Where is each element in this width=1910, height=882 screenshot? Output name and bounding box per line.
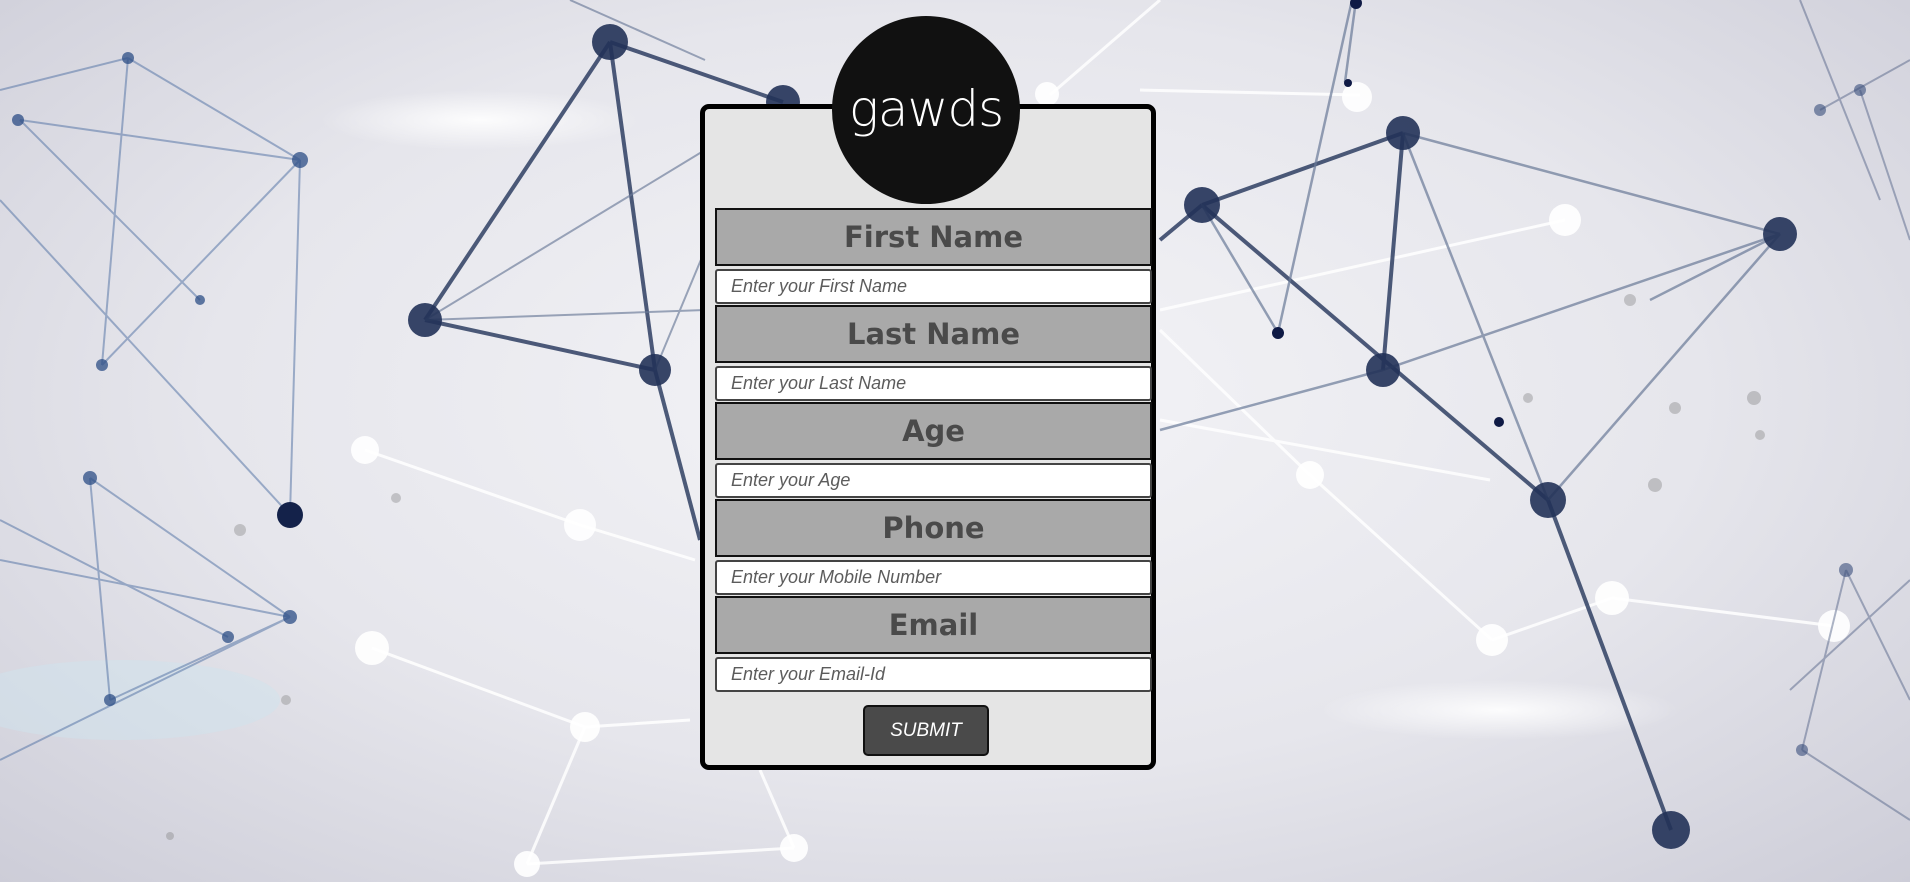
age-input[interactable]	[715, 463, 1152, 498]
age-label: Age	[715, 402, 1152, 460]
email-label: Email	[715, 596, 1152, 654]
phone-input[interactable]	[715, 560, 1152, 595]
last-name-input[interactable]	[715, 366, 1152, 401]
logo-text: gawds	[849, 80, 1003, 138]
phone-label: Phone	[715, 499, 1152, 557]
last-name-label: Last Name	[715, 305, 1152, 363]
gawds-logo: gawds	[832, 16, 1020, 204]
first-name-label: First Name	[715, 208, 1152, 266]
email-input[interactable]	[715, 657, 1152, 692]
first-name-input[interactable]	[715, 269, 1152, 304]
submit-button[interactable]: SUBMIT	[863, 705, 989, 756]
